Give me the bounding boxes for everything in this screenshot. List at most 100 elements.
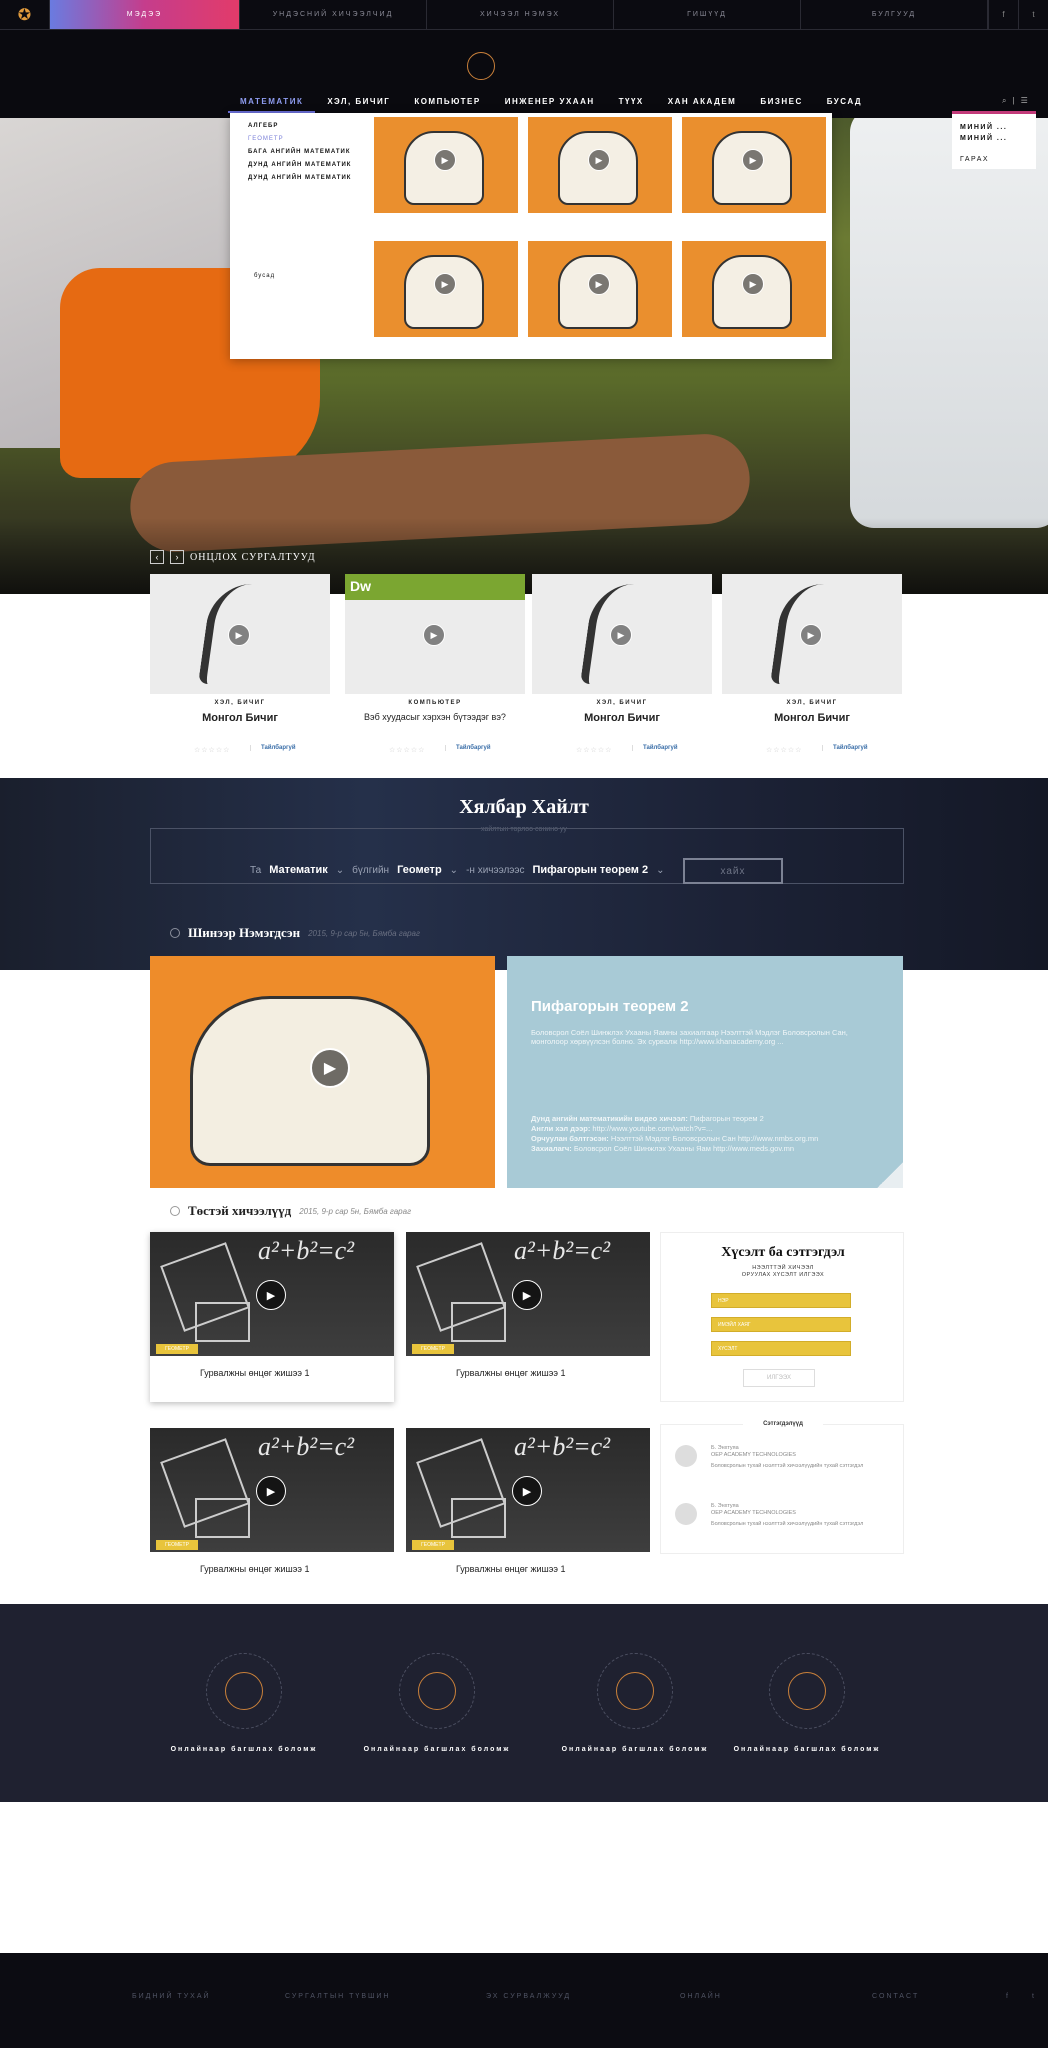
mega-menu: АЛГЕБР ГЕОМЕТР БАГА АНГИЙН МАТЕМАТИК ДУН… xyxy=(230,113,832,359)
mega-item-other[interactable]: бусад xyxy=(254,273,275,279)
logo-icon[interactable]: ✪ xyxy=(0,0,50,30)
play-icon[interactable]: ▶ xyxy=(512,1476,542,1506)
mega-thumb[interactable]: ▶ xyxy=(680,115,828,215)
footer-link-levels[interactable]: СУРГАЛТЫН ТҮВШИН xyxy=(285,1993,391,2000)
facebook-icon[interactable]: f xyxy=(1006,1993,1010,2000)
play-icon[interactable]: ▶ xyxy=(512,1280,542,1310)
card-title[interactable]: Гурвалжны өнцөг жишээ 1 xyxy=(456,1368,565,1378)
subject-select[interactable]: Математик xyxy=(269,864,328,876)
nav-item-math[interactable]: МАТЕМАТИК xyxy=(228,97,316,113)
user-icon[interactable]: ☰ xyxy=(1021,96,1028,106)
comments-title: Сэтгэгдэлүүд xyxy=(743,1421,823,1427)
card-link[interactable]: Тайлбаргуй xyxy=(822,745,868,751)
mega-item-elementary[interactable]: БАГА АНГИЙН МАТЕМАТИК xyxy=(248,149,351,155)
featured-card[interactable]: ▶ ХЭЛ, БИЧИГ Монгол Бичиг ☆☆☆☆☆ Тайлбарг… xyxy=(532,574,712,759)
topbar-item-news[interactable]: МЭДЭЭ xyxy=(50,0,240,29)
card-title[interactable]: Монгол Бичиг xyxy=(532,712,712,724)
rating-stars: ☆☆☆☆☆ xyxy=(389,747,426,754)
card-link[interactable]: Тайлбаргуй xyxy=(445,745,491,751)
footer-link-contact[interactable]: CONTACT xyxy=(872,1993,919,2000)
mega-item-algebra[interactable]: АЛГЕБР xyxy=(248,123,278,129)
chevron-down-icon[interactable]: ⌄ xyxy=(336,865,344,876)
play-icon[interactable]: ▶ xyxy=(800,624,822,646)
twitter-icon[interactable]: t xyxy=(1018,0,1048,29)
nav-item-language[interactable]: ХЭЛ, БИЧИГ xyxy=(315,97,402,113)
chevron-right-icon[interactable]: › xyxy=(170,550,184,564)
top-bar: ✪ МЭДЭЭ УНДЭСНИЙ ХИЧЭЭЛЧИД ХИЧЭЭЛ НЭМЭХ … xyxy=(0,0,1048,30)
search-title: Хялбар Хайлт xyxy=(459,796,589,818)
chevron-down-icon[interactable]: ⌄ xyxy=(450,865,458,876)
card-title[interactable]: Монгол Бичиг xyxy=(722,712,902,724)
send-button[interactable]: ИЛГЭЭХ xyxy=(743,1369,815,1387)
card-link[interactable]: Тайлбаргуй xyxy=(250,745,296,751)
chevron-down-icon[interactable]: ⌄ xyxy=(656,865,664,876)
dropdown-item-my-2[interactable]: МИНИЙ ... xyxy=(960,135,1007,142)
dropdown-item-my-1[interactable]: МИНИЙ ... xyxy=(960,124,1007,131)
related-card[interactable]: a²+b²=c² ▶ ГЕОМЕТР Гурвалжны өнцөг жишээ 1 xyxy=(150,1232,394,1402)
nav-item-history[interactable]: ТҮҮХ xyxy=(607,97,656,113)
email-field[interactable]: ИМЭЙЛ ХАЯГ xyxy=(711,1317,851,1332)
meta-label: Дунд ангийн математикийн видео хичээл: xyxy=(531,1114,688,1123)
footer-link-about[interactable]: БИДНИЙ ТУХАЙ xyxy=(132,1993,211,2000)
related-card[interactable]: a²+b²=c² ▶ ГЕОМЕТР Гурвалжны өнцөг жишээ 1 xyxy=(406,1428,650,1598)
featured-card[interactable]: ▶ ХЭЛ, БИЧИГ Монгол Бичиг ☆☆☆☆☆ Тайлбарг… xyxy=(150,574,330,759)
play-icon[interactable]: ▶ xyxy=(228,624,250,646)
mega-item-middle-2[interactable]: ДУНД АНГИЙН МАТЕМАТИК xyxy=(248,175,351,181)
circle-icon xyxy=(170,928,180,938)
meta-link[interactable]: http://www.youtube.com/watch?v=... xyxy=(590,1124,712,1133)
name-field[interactable]: НЭР xyxy=(711,1293,851,1308)
card-title[interactable]: Гурвалжны өнцөг жишээ 1 xyxy=(456,1564,565,1574)
related-card[interactable]: a²+b²=c² ▶ ГЕОМЕТР Гурвалжны өнцөг жишээ 1 xyxy=(150,1428,394,1598)
topbar-item-members[interactable]: ГИШҮҮД xyxy=(614,0,801,29)
topbar-item-national[interactable]: УНДЭСНИЙ ХИЧЭЭЛЧИД xyxy=(240,0,427,29)
nav-item-khan[interactable]: ХАН АКАДЕМ xyxy=(656,97,749,113)
twitter-icon[interactable]: t xyxy=(1032,1993,1036,2000)
chevron-left-icon[interactable]: ‹ xyxy=(150,550,164,564)
play-icon: ▶ xyxy=(742,273,764,295)
card-title[interactable]: Гурвалжны өнцөг жишээ 1 xyxy=(200,1564,309,1574)
lesson-video[interactable]: ▶ xyxy=(150,956,495,1188)
site-emblem-icon[interactable] xyxy=(467,52,495,80)
nav-item-other[interactable]: БУСАД xyxy=(815,97,874,113)
card-title[interactable]: Монгол Бичиг xyxy=(150,712,330,724)
play-icon[interactable]: ▶ xyxy=(256,1476,286,1506)
mega-thumb[interactable]: ▶ xyxy=(372,115,520,215)
footer-link-online[interactable]: ОНЛАЙН xyxy=(680,1993,722,2000)
card-category: ХЭЛ, БИЧИГ xyxy=(786,700,838,706)
search-text: -н хичээлээс xyxy=(466,864,525,876)
card-title[interactable]: Вэб хуудасыг хэрхэн бүтээдэг вэ? xyxy=(345,712,525,722)
featured-card[interactable]: ▶ ХЭЛ, БИЧИГ Монгол Бичиг ☆☆☆☆☆ Тайлбарг… xyxy=(722,574,902,759)
featured-card[interactable]: Dw ▶ КОМПЬЮТЕР Вэб хуудасыг хэрхэн бүтээд… xyxy=(345,574,525,759)
mega-thumb[interactable]: ▶ xyxy=(526,239,674,339)
mega-item-middle-1[interactable]: ДУНД АНГИЙН МАТЕМАТИК xyxy=(248,162,351,168)
card-link[interactable]: Тайлбаргуй xyxy=(632,745,678,751)
search-icon[interactable]: ⌕ xyxy=(1002,96,1006,106)
mega-thumb[interactable]: ▶ xyxy=(526,115,674,215)
lesson-select[interactable]: Пифагорын теорем 2 xyxy=(533,864,649,876)
card-title[interactable]: Гурвалжны өнцөг жишээ 1 xyxy=(200,1368,309,1378)
feature-label: Онлайнаар багшлах боломж xyxy=(733,1746,881,1753)
mega-thumb[interactable]: ▶ xyxy=(372,239,520,339)
play-icon[interactable]: ▶ xyxy=(256,1280,286,1310)
nav-item-computer[interactable]: КОМПЬЮТЕР xyxy=(402,97,492,113)
nav-item-business[interactable]: БИЗНЕС xyxy=(748,97,814,113)
topbar-item-groups[interactable]: БУЛГУУД xyxy=(801,0,988,29)
play-icon[interactable]: ▶ xyxy=(610,624,632,646)
play-icon[interactable]: ▶ xyxy=(310,1048,350,1088)
mega-item-geometry[interactable]: ГЕОМЕТР xyxy=(248,136,284,142)
topic-select[interactable]: Геометр xyxy=(397,864,442,876)
facebook-icon[interactable]: f xyxy=(988,0,1018,29)
search-button[interactable]: хайх xyxy=(683,858,783,884)
feature-emblem-icon xyxy=(206,1653,282,1729)
request-field[interactable]: ХҮСЭЛТ xyxy=(711,1341,851,1356)
mega-thumb[interactable]: ▶ xyxy=(680,239,828,339)
play-icon[interactable]: ▶ xyxy=(423,624,445,646)
nav-item-engineering[interactable]: ИНЖЕНЕР УХААН xyxy=(493,97,607,113)
footer-link-sources[interactable]: ЭХ СУРВАЛЖУУД xyxy=(486,1993,571,2000)
topbar-item-add-lesson[interactable]: ХИЧЭЭЛ НЭМЭХ xyxy=(427,0,614,29)
related-card[interactable]: a²+b²=c² ▶ ГЕОМЕТР Гурвалжны өнцөг жишээ 1 xyxy=(406,1232,650,1402)
comment: Б. Энхтуяа OEP ACADEMY TECHNOLOGIES Боло… xyxy=(711,1503,863,1528)
dropdown-item-logout[interactable]: ГАРАХ xyxy=(960,156,989,163)
nav-icons: ⌕ | ☰ xyxy=(1002,96,1028,106)
main-nav: МАТЕМАТИК ХЭЛ, БИЧИГ КОМПЬЮТЕР ИНЖЕНЕР У… xyxy=(228,97,874,113)
